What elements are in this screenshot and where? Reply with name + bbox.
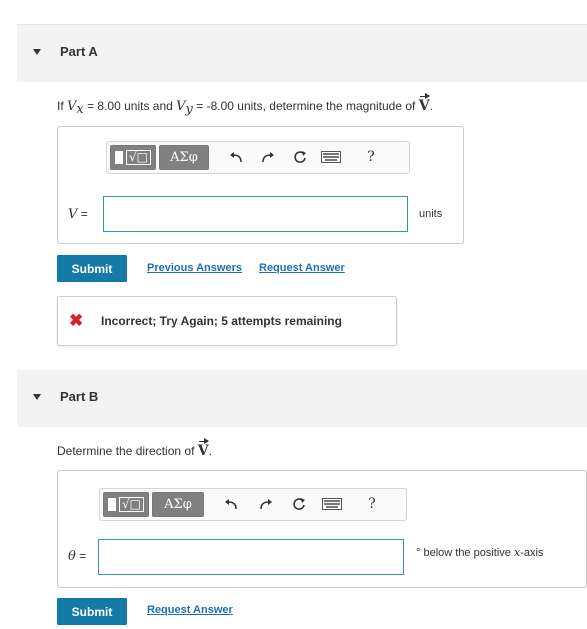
question-text: If (57, 99, 64, 113)
var-symbol: V (68, 207, 78, 222)
math-toolbar: √□ ΑΣφ ? (106, 141, 410, 174)
submit-button[interactable]: Submit (57, 255, 127, 282)
part-b-answer-box: √□ ΑΣφ ? θ = ° below the positive x-axis (57, 470, 587, 588)
var-label-theta: θ = (68, 549, 86, 564)
feedback-message: Incorrect; Try Again; 5 attempts remaini… (101, 314, 342, 328)
help-button[interactable]: ? (361, 147, 381, 167)
part-a-header[interactable]: Part A (17, 25, 587, 82)
part-b-header[interactable]: Part B (17, 370, 587, 427)
var-sub-x: x (76, 102, 84, 118)
undo-icon[interactable] (221, 494, 241, 514)
request-answer-link[interactable]: Request Answer (259, 262, 345, 274)
x-icon: ✖ (69, 311, 84, 330)
reset-icon[interactable] (289, 494, 309, 514)
part-a-title: Part A (60, 44, 98, 59)
question-text: Determine the direction of (57, 444, 198, 458)
question-text: . (208, 444, 212, 458)
equals-sign: = (75, 549, 87, 563)
caret-down-icon[interactable] (33, 49, 41, 55)
var-v: V (176, 99, 186, 114)
vector-v: V (197, 438, 209, 459)
part-a-answer-box: √□ ΑΣφ ? V = units (57, 126, 464, 244)
var-label-v: V = (68, 207, 88, 222)
redo-icon[interactable] (258, 147, 278, 167)
greek-symbols-button[interactable]: ΑΣφ (159, 145, 209, 170)
unit-text: below the positive (420, 547, 514, 559)
reset-icon[interactable] (290, 147, 310, 167)
direction-unit-label: ° below the positive x-axis (416, 546, 543, 559)
caret-down-icon[interactable] (33, 394, 41, 400)
var-v: V (67, 99, 77, 114)
undo-icon[interactable] (226, 147, 246, 167)
unit-label: units (419, 208, 443, 220)
greek-symbols-button[interactable]: ΑΣφ (152, 492, 204, 517)
equals-sign: = (77, 207, 88, 221)
part-b-question: Determine the direction of V. (57, 438, 212, 459)
feedback-box: ✖ Incorrect; Try Again; 5 attempts remai… (57, 296, 397, 346)
help-button[interactable]: ? (362, 494, 382, 514)
submit-button[interactable]: Submit (57, 598, 127, 625)
var-symbol: θ (68, 549, 76, 564)
keyboard-icon[interactable] (321, 494, 343, 514)
fraction-radical-template-icon[interactable]: √□ (110, 145, 156, 170)
previous-answers-link[interactable]: Previous Answers (147, 262, 242, 274)
question-text: . (429, 99, 433, 113)
question-text: = -8.00 units, determine the magnitude o… (192, 99, 419, 113)
redo-icon[interactable] (256, 494, 276, 514)
question-text: = 8.00 units and (83, 99, 177, 113)
request-answer-link[interactable]: Request Answer (147, 604, 233, 616)
direction-input[interactable] (98, 539, 404, 575)
keyboard-icon[interactable] (320, 147, 342, 167)
math-toolbar: √□ ΑΣφ ? (99, 488, 407, 521)
part-a-question: If Vx = 8.00 units and Vy = -8.00 units,… (57, 93, 433, 118)
fraction-radical-template-icon[interactable]: √□ (103, 492, 149, 517)
unit-text: -axis (520, 547, 544, 559)
var-sub-y: y (185, 102, 193, 118)
part-b-title: Part B (60, 389, 99, 404)
magnitude-input[interactable] (103, 196, 408, 232)
vector-v: V (418, 93, 430, 114)
